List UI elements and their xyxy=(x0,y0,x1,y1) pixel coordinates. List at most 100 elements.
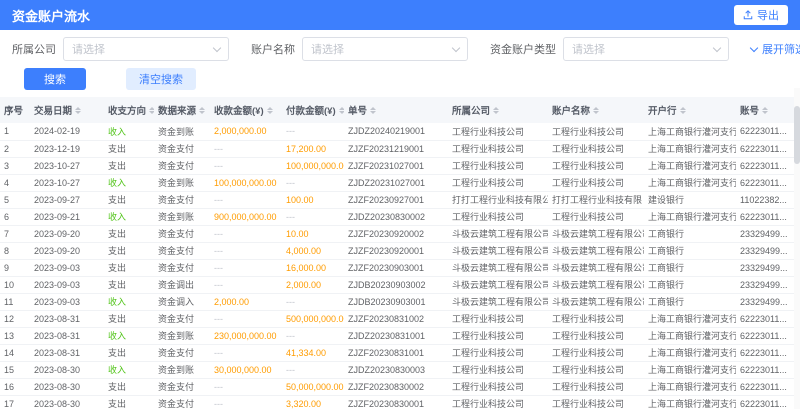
cell-no: 6 xyxy=(0,208,30,225)
cell-order: ZJZF20230927001 xyxy=(344,191,448,208)
cell-company: 斗极云建筑工程有限公司 xyxy=(448,293,548,310)
cell-source: 资金调入 xyxy=(154,293,210,310)
cell-direction: 收入 xyxy=(104,174,154,191)
cell-source: 资金支付 xyxy=(154,395,210,409)
cell-no: 13 xyxy=(0,327,30,344)
account-type-select-placeholder: 请选择 xyxy=(572,41,605,57)
cell-order: ZJZF20230920002 xyxy=(344,225,448,242)
col-header-order[interactable]: 单号 xyxy=(344,97,448,123)
chevron-down-icon xyxy=(452,43,460,51)
cell-receive: --- xyxy=(210,157,282,174)
sort-icon[interactable] xyxy=(149,104,154,117)
cell-direction: 收入 xyxy=(104,123,154,140)
cell-source: 资金支付 xyxy=(154,310,210,327)
cell-account_name: 斗极云建筑工程有限公司 xyxy=(548,259,644,276)
cell-account_name: 工程行业科技公司 xyxy=(548,123,644,140)
search-button[interactable]: 搜索 xyxy=(24,68,86,90)
sort-icon[interactable] xyxy=(493,104,499,117)
table-row: 12024-02-19收入资金到账2,000,000.00---ZJDZ2024… xyxy=(0,123,800,140)
col-label: 账户名称 xyxy=(552,106,590,117)
col-header-bank[interactable]: 开户行 xyxy=(644,97,736,123)
cell-order: ZJDZ20230830003 xyxy=(344,361,448,378)
clear-search-button[interactable]: 清空搜索 xyxy=(126,68,196,90)
cell-direction: 支出 xyxy=(104,310,154,327)
cell-direction: 支出 xyxy=(104,191,154,208)
cell-company: 工程行业科技公司 xyxy=(448,310,548,327)
cell-company: 斗极云建筑工程有限公司 xyxy=(448,242,548,259)
table-row: 152023-08-30收入资金到账30,000,000.00---ZJDZ20… xyxy=(0,361,800,378)
sort-icon[interactable] xyxy=(339,104,344,117)
table-row: 122023-08-31支出资金支付---500,000,000.00ZJZF2… xyxy=(0,310,800,327)
cell-account: 62223011... xyxy=(736,310,800,327)
col-label: 开户行 xyxy=(648,106,677,117)
cell-account: 62223011... xyxy=(736,327,800,344)
col-label: 所属公司 xyxy=(452,106,490,117)
cell-account_name: 工程行业科技公司 xyxy=(548,174,644,191)
cell-pay: --- xyxy=(282,208,344,225)
page-title: 资金账户流水 xyxy=(12,6,90,25)
vertical-scrollbar[interactable] xyxy=(794,88,800,409)
cell-bank: 上海工商银行灌河支行 xyxy=(644,327,736,344)
cell-bank: 工商银行 xyxy=(644,225,736,242)
cell-no: 15 xyxy=(0,361,30,378)
cell-direction: 支出 xyxy=(104,276,154,293)
cell-date: 2023-09-03 xyxy=(30,276,104,293)
cell-account: 23329499... xyxy=(736,276,800,293)
col-header-account_name[interactable]: 账户名称 xyxy=(548,97,644,123)
sort-icon[interactable] xyxy=(199,104,205,117)
cell-source: 资金到账 xyxy=(154,327,210,344)
cell-company: 工程行业科技公司 xyxy=(448,327,548,344)
col-header-company[interactable]: 所属公司 xyxy=(448,97,548,123)
account-name-select[interactable]: 请选择 xyxy=(302,37,468,61)
export-button[interactable]: 导出 xyxy=(734,5,788,25)
sort-icon[interactable] xyxy=(75,104,81,117)
cell-receive: --- xyxy=(210,378,282,395)
cell-source: 资金到账 xyxy=(154,174,210,191)
cell-date: 2023-08-30 xyxy=(30,361,104,378)
company-select[interactable]: 请选择 xyxy=(63,37,229,61)
col-header-account[interactable]: 账号 xyxy=(736,97,800,123)
cell-date: 2023-10-27 xyxy=(30,157,104,174)
col-header-source[interactable]: 数据来源 xyxy=(154,97,210,123)
cell-source: 资金支付 xyxy=(154,140,210,157)
table-row: 82023-09-20支出资金支付---4,000.00ZJZF20230920… xyxy=(0,242,800,259)
cell-bank: 上海工商银行灌河支行 xyxy=(644,208,736,225)
cell-no: 10 xyxy=(0,276,30,293)
cell-order: ZJZF20230831001 xyxy=(344,344,448,361)
cell-company: 斗极云建筑工程有限公司 xyxy=(448,225,548,242)
table-row: 22023-12-19支出资金支付---17,200.00ZJZF2023121… xyxy=(0,140,800,157)
cell-pay: --- xyxy=(282,123,344,140)
filter-account-type: 资金账户类型 请选择 xyxy=(490,37,729,61)
cell-pay: 41,334.00 xyxy=(282,344,344,361)
cell-account_name: 斗极云建筑工程有限公司 xyxy=(548,242,644,259)
cell-company: 工程行业科技公司 xyxy=(448,140,548,157)
col-label: 单号 xyxy=(348,106,367,117)
col-header-direction[interactable]: 收支方向 xyxy=(104,97,154,123)
cell-company: 工程行业科技公司 xyxy=(448,208,548,225)
cell-pay: 100,000,000.00 xyxy=(282,157,344,174)
cell-direction: 收入 xyxy=(104,327,154,344)
table-row: 112023-09-03收入资金调入2,000.00---ZJDB2023090… xyxy=(0,293,800,310)
cell-pay: --- xyxy=(282,293,344,310)
cell-order: ZJZF20230920001 xyxy=(344,242,448,259)
cell-company: 工程行业科技公司 xyxy=(448,361,548,378)
sort-icon[interactable] xyxy=(593,104,599,117)
cell-date: 2023-08-31 xyxy=(30,310,104,327)
cell-pay: --- xyxy=(282,361,344,378)
sort-icon[interactable] xyxy=(680,104,686,117)
scrollbar-thumb[interactable] xyxy=(794,106,800,164)
sort-icon[interactable] xyxy=(267,104,273,117)
expand-filters-link[interactable]: 展开筛选 xyxy=(751,41,800,57)
cell-source: 资金支付 xyxy=(154,378,210,395)
sort-icon[interactable] xyxy=(762,104,768,117)
account-type-select[interactable]: 请选择 xyxy=(563,37,729,61)
col-label: 数据来源 xyxy=(158,106,196,117)
sort-icon[interactable] xyxy=(370,104,376,117)
col-header-pay[interactable]: 付款金额(¥) xyxy=(282,97,344,123)
cell-account_name: 工程行业科技公司 xyxy=(548,208,644,225)
cell-receive: 230,000,000.00 xyxy=(210,327,282,344)
col-header-date[interactable]: 交易日期 xyxy=(30,97,104,123)
cell-source: 资金到账 xyxy=(154,208,210,225)
col-header-receive[interactable]: 收款金额(¥) xyxy=(210,97,282,123)
cell-date: 2023-09-20 xyxy=(30,225,104,242)
